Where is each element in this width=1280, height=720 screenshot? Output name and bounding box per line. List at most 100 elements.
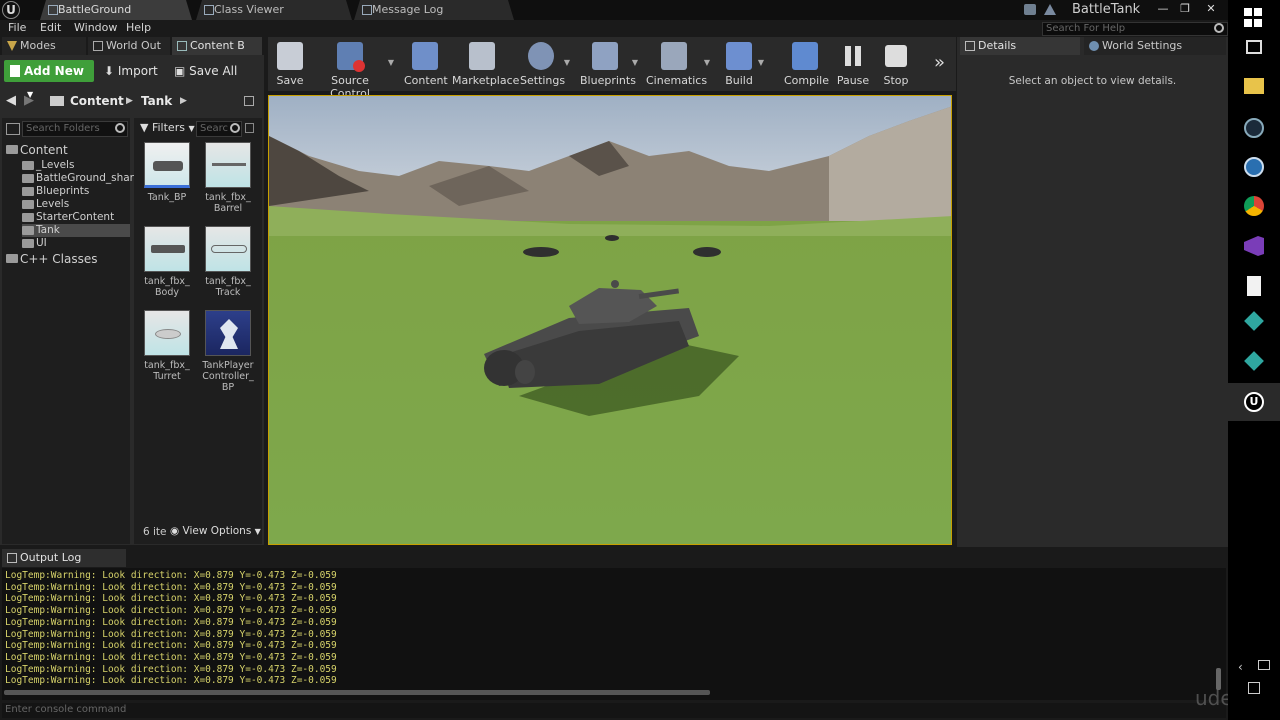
close-button[interactable]: ✕ xyxy=(1198,0,1224,18)
asset-tank-bp[interactable]: Tank_BP xyxy=(144,142,192,203)
asset-label: tank_fbx_ Turret xyxy=(144,360,190,382)
horizontal-scrollbar[interactable] xyxy=(4,690,710,695)
tree-item-tank[interactable]: Tank xyxy=(22,224,130,237)
breadcrumb-separator-icon: ▶ xyxy=(180,96,187,106)
tab-content-browser[interactable]: Content B xyxy=(172,37,262,55)
tab-output-log[interactable]: Output Log xyxy=(2,549,126,567)
tree-item-starter-content[interactable]: StarterContent xyxy=(22,211,130,224)
search-folders-input[interactable]: Search Folders xyxy=(22,121,128,137)
pause-button[interactable]: Pause xyxy=(836,38,870,87)
log-lines[interactable]: LogTemp:Warning: Look direction: X=0.879… xyxy=(2,568,1226,700)
log-line: LogTemp:Warning: Look direction: X=0.879… xyxy=(5,651,337,663)
marketplace-button[interactable]: Marketplace xyxy=(452,38,519,87)
console-command-input[interactable]: Enter console command xyxy=(2,703,1226,718)
build-button[interactable]: Build ▼ xyxy=(722,38,764,87)
item-count: 6 ite xyxy=(143,526,167,538)
tree-item-ui[interactable]: UI xyxy=(22,237,130,250)
compile-button[interactable]: Compile xyxy=(784,38,829,87)
chrome-icon[interactable] xyxy=(1244,196,1264,216)
asset-label: tank_fbx_ Body xyxy=(144,276,190,298)
tree-item-blueprints[interactable]: Blueprints xyxy=(22,185,130,198)
save-search-icon[interactable] xyxy=(245,123,254,133)
filters-button[interactable]: ▼ Filters ▼ xyxy=(140,121,195,137)
tab-class-viewer[interactable]: Class Viewer xyxy=(196,0,352,20)
clapperboard-icon xyxy=(661,42,687,70)
add-file-icon xyxy=(10,65,20,77)
add-new-label: Add New xyxy=(24,64,84,78)
tab-modes[interactable]: Modes xyxy=(2,37,86,55)
steam-icon[interactable] xyxy=(1244,118,1264,138)
unreal-logo-icon[interactable]: U xyxy=(2,1,20,19)
lock-icon[interactable] xyxy=(244,96,254,106)
tree-item-levels[interactable]: Levels xyxy=(22,198,130,211)
toolbar-overflow-icon[interactable]: » xyxy=(934,52,945,73)
notification-icon[interactable] xyxy=(1024,4,1036,15)
folder-tree: Content _Levels BattleGround_shar Bluepr… xyxy=(6,143,134,267)
asset-tank-fbx-turret[interactable]: tank_fbx_ Turret xyxy=(144,310,192,382)
project-name: BattleTank xyxy=(1072,2,1141,17)
menu-help[interactable]: Help xyxy=(126,21,151,34)
blueprints-button[interactable]: Blueprints ▼ xyxy=(580,38,638,87)
save-all-button[interactable]: ▣ Save All xyxy=(174,60,237,82)
tab-label: BattleGround xyxy=(58,3,132,16)
asset-label: TankPlayer Controller_ BP xyxy=(202,360,254,393)
folder-tree-toggle-icon[interactable] xyxy=(6,123,20,135)
windows-icon[interactable] xyxy=(1244,8,1264,28)
save-icon: ▣ xyxy=(174,64,186,78)
save-button[interactable]: Save xyxy=(276,38,304,87)
chevron-down-icon: ▼ xyxy=(188,124,195,133)
tab-label: World Out xyxy=(106,39,161,52)
help-search-input[interactable]: Search For Help xyxy=(1042,22,1228,36)
asset-tank-fbx-track[interactable]: tank_fbx_ Track xyxy=(205,226,253,298)
asset-tank-fbx-body[interactable]: tank_fbx_ Body xyxy=(144,226,192,298)
add-new-button[interactable]: Add New ▼ xyxy=(4,60,94,99)
tab-world-settings[interactable]: World Settings xyxy=(1084,37,1226,55)
view-options-button[interactable]: ◉ View Options ▼ xyxy=(170,525,261,537)
tab-message-log[interactable]: Message Log xyxy=(354,0,514,20)
filter-icon: ▼ xyxy=(140,121,149,134)
stop-button[interactable]: Stop xyxy=(880,38,912,87)
folder-icon xyxy=(50,96,64,106)
task-view-icon[interactable] xyxy=(1246,40,1262,54)
view-options-label: View Options xyxy=(182,525,252,537)
tree-item-content[interactable]: Content xyxy=(6,143,130,158)
maximize-button[interactable]: ❐ xyxy=(1172,0,1198,18)
asset-tankplayercontroller-bp[interactable]: TankPlayer Controller_ BP xyxy=(202,310,254,393)
document-icon[interactable] xyxy=(1247,276,1261,296)
tree-item-levels-underscore[interactable]: _Levels xyxy=(22,159,130,172)
menu-edit[interactable]: Edit xyxy=(40,21,61,34)
network-icon[interactable] xyxy=(1258,660,1270,670)
unreal-icon[interactable]: U xyxy=(1244,392,1264,412)
source-control-button[interactable]: Source Control ▼ xyxy=(314,38,394,100)
content-button[interactable]: Content xyxy=(404,38,448,87)
action-center-icon[interactable] xyxy=(1248,682,1260,694)
game-viewport[interactable] xyxy=(268,95,952,545)
file-explorer-icon[interactable] xyxy=(1244,78,1264,94)
tab-label: Message Log xyxy=(372,3,444,16)
save-icon xyxy=(277,42,303,70)
menu-file[interactable]: File xyxy=(8,21,26,34)
tool-label: Content xyxy=(404,74,448,87)
breadcrumb-content[interactable]: Content xyxy=(70,94,124,108)
breadcrumb-tank[interactable]: Tank xyxy=(141,94,172,108)
tree-item-battleground-shared[interactable]: BattleGround_shar xyxy=(22,172,134,185)
tab-battleground[interactable]: BattleGround xyxy=(40,0,192,20)
tab-details[interactable]: Details xyxy=(960,37,1080,55)
log-line: LogTemp:Warning: Look direction: X=0.879… xyxy=(5,675,337,687)
import-button[interactable]: ⬇ Import xyxy=(104,60,158,82)
tree-item-cpp-classes[interactable]: C++ Classes xyxy=(6,252,130,267)
asset-tank-fbx-barrel[interactable]: tank_fbx_ Barrel xyxy=(205,142,253,214)
settings-button[interactable]: Settings ▼ xyxy=(520,38,570,87)
cinematics-button[interactable]: Cinematics ▼ xyxy=(646,38,710,87)
search-icon[interactable] xyxy=(1214,23,1224,33)
globe-icon xyxy=(1089,41,1099,51)
tool-label: Settings xyxy=(520,74,566,87)
chevron-left-icon[interactable]: ‹ xyxy=(1238,660,1243,674)
forward-arrow-icon[interactable]: ▶ xyxy=(24,93,34,108)
app-icon[interactable] xyxy=(1244,157,1264,177)
breadcrumb-separator-icon: ▶ xyxy=(126,96,133,106)
back-arrow-icon[interactable]: ◀ xyxy=(6,93,16,108)
menu-window[interactable]: Window xyxy=(74,21,117,34)
tab-world-outliner[interactable]: World Out xyxy=(88,37,170,55)
chevron-down-icon: ▼ xyxy=(254,527,261,536)
